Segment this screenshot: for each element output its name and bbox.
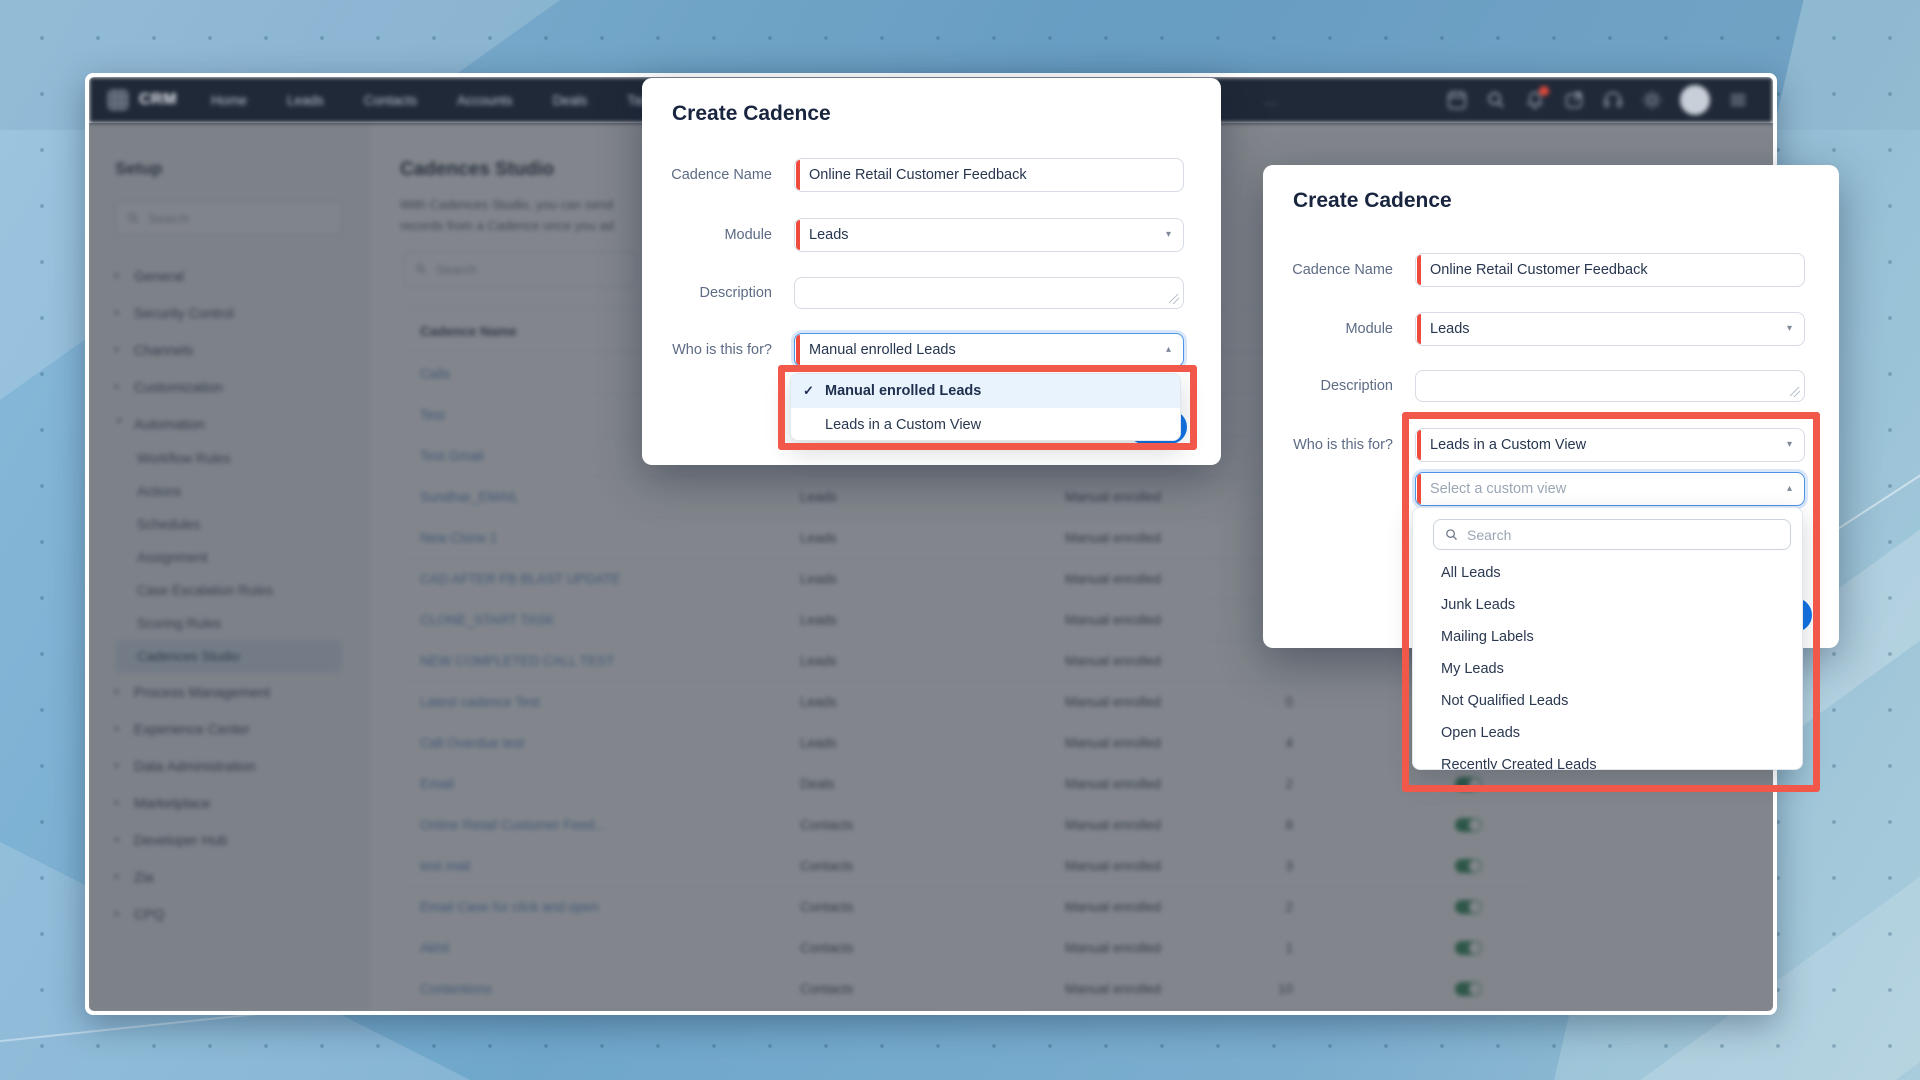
crm-logo[interactable]: CRM <box>139 91 177 109</box>
custom-view-option[interactable]: Open Leads <box>1413 717 1802 749</box>
who-is-this-for-label: Who is this for? <box>1263 437 1393 453</box>
cadence-name-value: Online Retail Customer Feedback <box>1430 262 1648 278</box>
module-select[interactable]: Leads ▾ <box>794 218 1184 252</box>
module-label: Module <box>642 227 772 243</box>
description-label: Description <box>642 285 772 301</box>
nav-item[interactable]: Deals <box>553 93 588 108</box>
nav-item[interactable]: Contacts <box>364 93 417 108</box>
custom-view-option[interactable]: My Leads <box>1413 653 1802 685</box>
cadence-name-label: Cadence Name <box>1263 262 1393 278</box>
nav-item[interactable]: Leads <box>287 93 324 108</box>
search-icon <box>1444 527 1459 542</box>
desktop-background: CRM HomeLeadsContactsAccountsDealsTasks … <box>0 0 1920 1080</box>
custom-view-select[interactable]: Select a custom view ▴ <box>1415 472 1805 506</box>
check-icon: ✓ <box>803 383 814 399</box>
who-is-this-for-select[interactable]: Manual enrolled Leads ▴ <box>794 333 1184 367</box>
who-is-this-for-dropdown: ✓ Manual enrolled Leads ✓ Leads in a Cus… <box>790 373 1181 441</box>
cadence-name-field[interactable]: Online Retail Customer Feedback <box>794 158 1184 192</box>
dropdown-option[interactable]: ✓ Manual enrolled Leads <box>791 374 1180 408</box>
description-textarea[interactable] <box>1415 370 1805 402</box>
calendar-icon[interactable] <box>1446 89 1468 111</box>
menu-icon[interactable] <box>1727 89 1749 111</box>
share-icon[interactable] <box>1563 89 1585 111</box>
cadence-name-label: Cadence Name <box>642 167 772 183</box>
settings-gear-icon[interactable] <box>1641 89 1663 111</box>
who-is-this-for-select[interactable]: Leads in a Custom View ▾ <box>1415 428 1805 462</box>
chevron-up-icon: ▴ <box>1166 345 1171 355</box>
modal-title: Create Cadence <box>1293 189 1452 213</box>
module-select[interactable]: Leads ▾ <box>1415 312 1805 346</box>
nav-menu: HomeLeadsContactsAccountsDealsTasks <box>211 93 702 108</box>
dropdown-option-label: Manual enrolled Leads <box>825 383 981 399</box>
notification-badge <box>1539 86 1549 96</box>
apps-grid-icon[interactable] <box>106 88 130 112</box>
module-value: Leads <box>1430 321 1470 337</box>
search-icon[interactable] <box>1485 89 1507 111</box>
custom-view-option[interactable]: Recently Created Leads <box>1413 749 1802 770</box>
nav-overflow-ellipsis[interactable]: ... <box>1264 93 1278 108</box>
nav-item[interactable]: Home <box>211 93 247 108</box>
chevron-down-icon: ▾ <box>1787 440 1792 450</box>
custom-view-option[interactable]: All Leads <box>1413 557 1802 589</box>
dropdown-option[interactable]: ✓ Leads in a Custom View <box>791 408 1180 441</box>
custom-view-option[interactable]: Mailing Labels <box>1413 621 1802 653</box>
custom-view-search-input[interactable]: Search <box>1433 519 1791 550</box>
who-value: Manual enrolled Leads <box>809 342 956 358</box>
custom-view-option[interactable]: Junk Leads <box>1413 589 1802 621</box>
module-value: Leads <box>809 227 849 243</box>
custom-view-dropdown: Search All LeadsJunk LeadsMailing Labels… <box>1412 507 1803 770</box>
dropdown-option-label: Leads in a Custom View <box>825 417 981 433</box>
modal-title: Create Cadence <box>672 102 831 126</box>
chevron-down-icon: ▾ <box>1166 230 1171 240</box>
custom-view-options: All LeadsJunk LeadsMailing LabelsMy Lead… <box>1413 557 1802 770</box>
description-textarea[interactable] <box>794 277 1184 309</box>
headset-icon[interactable] <box>1602 89 1624 111</box>
custom-view-placeholder: Select a custom view <box>1430 481 1566 497</box>
cadence-name-value: Online Retail Customer Feedback <box>809 167 1027 183</box>
chevron-up-icon: ▴ <box>1787 484 1792 494</box>
nav-item[interactable]: Accounts <box>457 93 513 108</box>
custom-view-search-placeholder: Search <box>1467 527 1511 543</box>
nav-right-icons <box>1446 77 1749 123</box>
module-label: Module <box>1263 321 1393 337</box>
who-value: Leads in a Custom View <box>1430 437 1586 453</box>
bell-icon[interactable] <box>1524 89 1546 111</box>
who-is-this-for-label: Who is this for? <box>642 342 772 358</box>
cadence-name-field[interactable]: Online Retail Customer Feedback <box>1415 253 1805 287</box>
user-avatar[interactable] <box>1680 85 1710 115</box>
description-label: Description <box>1263 378 1393 394</box>
custom-view-option[interactable]: Not Qualified Leads <box>1413 685 1802 717</box>
chevron-down-icon: ▾ <box>1787 324 1792 334</box>
